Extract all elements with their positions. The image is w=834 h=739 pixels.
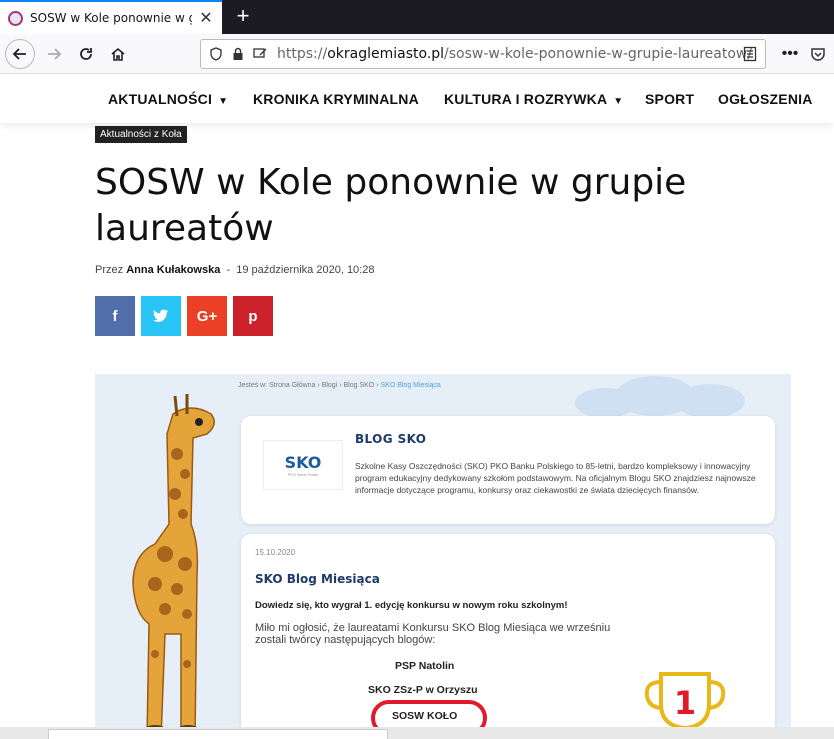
category-badge[interactable]: Aktualności z Koła xyxy=(95,126,187,143)
winner-3: SOSW KOŁO xyxy=(392,710,458,722)
chevron-down-icon: ▼ xyxy=(218,96,229,107)
share-googleplus-button[interactable]: G+ xyxy=(187,296,227,336)
googleplus-icon: G+ xyxy=(196,307,218,325)
blog-sko-title: BLOG SKO xyxy=(355,432,427,446)
bottom-box xyxy=(48,729,388,739)
permissions-icon[interactable] xyxy=(251,45,269,63)
pocket-icon[interactable] xyxy=(804,40,832,68)
menu-item-ogloszenia[interactable]: OGŁOSZENIA xyxy=(718,91,813,107)
share-facebook-button[interactable]: f xyxy=(95,296,135,336)
pinterest-icon: p xyxy=(248,307,258,325)
bottom-strip xyxy=(0,727,834,739)
reload-icon xyxy=(80,48,92,60)
home-icon xyxy=(111,47,125,61)
post-title: SKO Blog Miesiąca xyxy=(255,572,380,586)
sko-logo: SKO PKO Bank Polski xyxy=(263,440,343,490)
cloud-decoration xyxy=(675,384,745,418)
chevron-down-icon: ▼ xyxy=(613,96,624,107)
home-button[interactable] xyxy=(104,40,132,68)
menu-item-aktualnosci[interactable]: AKTUALNOŚCI ▼ xyxy=(108,91,228,107)
site-main-menu: AKTUALNOŚCI ▼ KRONIKA KRYMINALNA KULTURA … xyxy=(0,75,834,123)
article-image: Jesteś w: Strona Główna › Blogi › Blog S… xyxy=(95,374,791,739)
giraffe-illustration xyxy=(132,394,215,739)
reader-view-icon[interactable] xyxy=(743,46,757,66)
post-lead: Dowiedz się, kto wygrał 1. edycję konkur… xyxy=(255,600,568,611)
new-tab-button[interactable]: + xyxy=(232,4,254,28)
forward-button[interactable] xyxy=(40,40,68,68)
menu-item-kronika[interactable]: KRONIKA KRYMINALNA xyxy=(253,91,419,107)
lock-icon[interactable] xyxy=(229,45,247,63)
blog-post-card: 15.10.2020 SKO Blog Miesiąca Dowiedz się… xyxy=(241,534,775,739)
trophy-number: 1 xyxy=(674,684,696,722)
back-arrow-icon xyxy=(12,48,26,60)
post-date: 15.10.2020 xyxy=(255,548,296,557)
close-tab-icon[interactable]: ✕ xyxy=(198,8,214,28)
facebook-icon: f xyxy=(112,307,118,325)
back-button[interactable] xyxy=(5,39,35,69)
blog-sko-card: SKO PKO Bank Polski BLOG SKO Szkolne Kas… xyxy=(241,416,775,524)
post-paragraph: Miło mi ogłosić, że laureatami Konkursu … xyxy=(255,622,611,646)
tab-bar: SOSW w Kole ponownie w grupie laureatów … xyxy=(0,0,834,34)
winner-2: SKO ZSz-P w Orzyszu xyxy=(368,684,478,696)
twitter-icon xyxy=(153,309,169,322)
forward-arrow-icon xyxy=(48,48,62,60)
menu-item-sport[interactable]: SPORT xyxy=(645,91,694,107)
blog-sko-description: Szkolne Kasy Oszczędności (SKO) PKO Bank… xyxy=(355,461,756,495)
image-breadcrumb: Jesteś w: Strona Główna › Blogi › Blog S… xyxy=(238,382,441,389)
article-title: SOSW w Kole ponownie w grupie laureatów xyxy=(95,162,687,249)
page-actions-more-icon[interactable]: ••• xyxy=(776,40,804,68)
url-bar[interactable]: https://okraglemiasto.pl/sosw-w-kole-pon… xyxy=(200,39,766,69)
share-pinterest-button[interactable]: p xyxy=(233,296,273,336)
site-favicon-icon xyxy=(8,10,23,26)
url-text: https://okraglemiasto.pl/sosw-w-kole-pon… xyxy=(277,46,753,62)
menu-item-kultura[interactable]: KULTURA I ROZRYWKA ▼ xyxy=(444,91,623,107)
nav-toolbar: https://okraglemiasto.pl/sosw-w-kole-pon… xyxy=(0,34,834,74)
author-link[interactable]: Anna Kułakowska xyxy=(126,264,220,276)
winner-1: PSP Natolin xyxy=(395,660,455,672)
browser-tab[interactable]: SOSW w Kole ponownie w grupie laureatów … xyxy=(0,0,222,34)
tab-title: SOSW w Kole ponownie w grupie laureatów xyxy=(30,11,192,25)
share-twitter-button[interactable] xyxy=(141,296,181,336)
article-date: 19 października 2020, 10:28 xyxy=(236,264,375,276)
article-meta: Przez Anna Kułakowska - 19 października … xyxy=(95,264,375,276)
shield-icon[interactable] xyxy=(207,45,225,63)
reload-button[interactable] xyxy=(72,40,100,68)
